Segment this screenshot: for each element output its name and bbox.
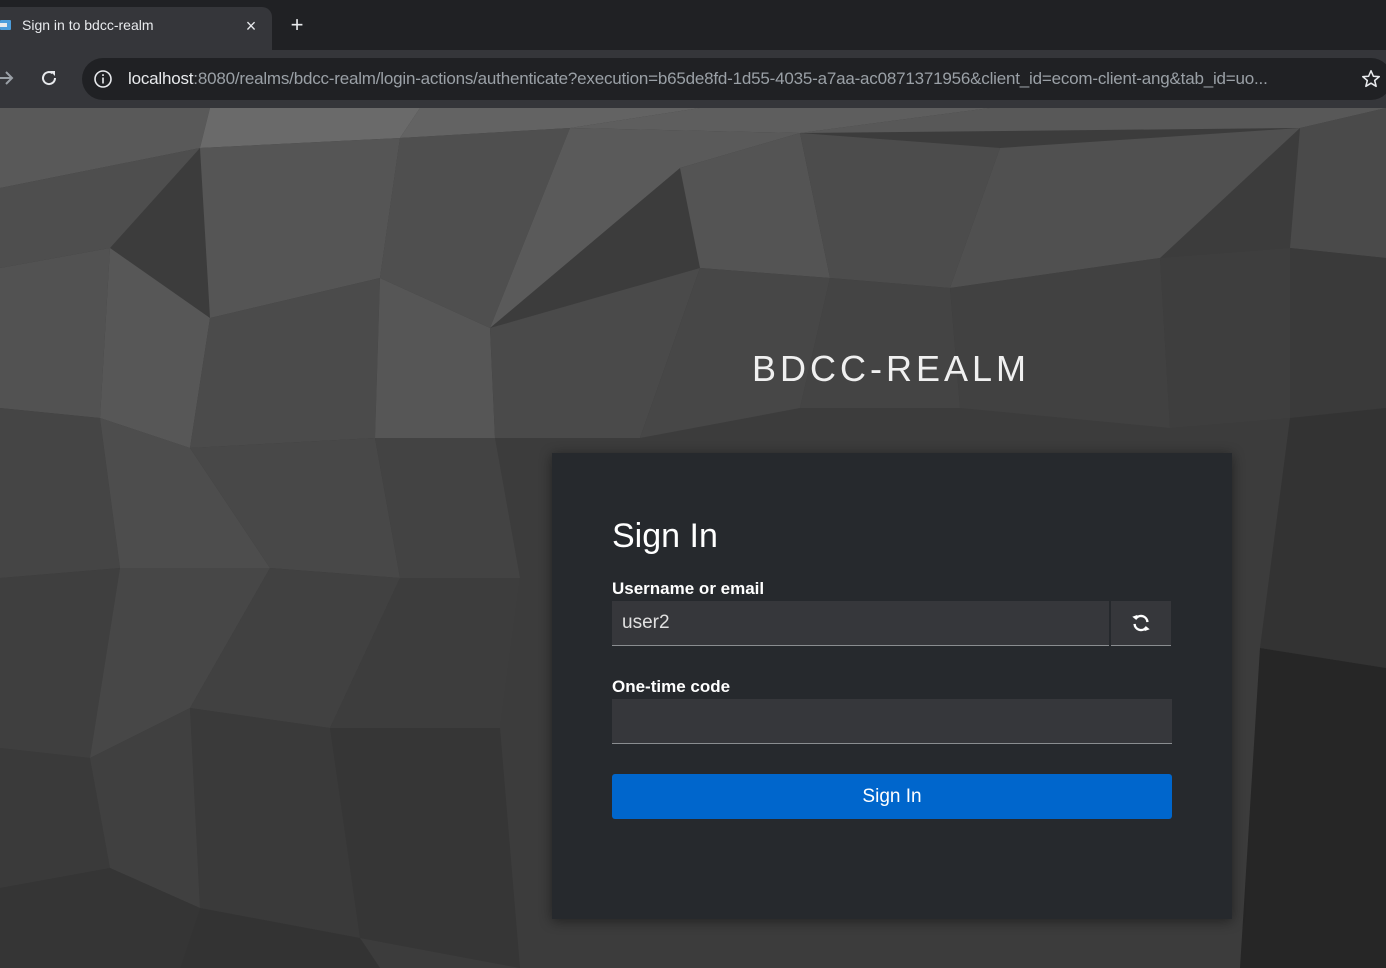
address-bar[interactable]: localhost:8080/realms/bdcc-realm/login-a…	[82, 58, 1386, 100]
keycloak-favicon-icon	[0, 20, 11, 30]
card-title: Sign In	[612, 517, 718, 555]
tab-title: Sign in to bdcc-realm	[22, 17, 154, 33]
refresh-icon	[1132, 614, 1150, 632]
star-icon[interactable]	[1360, 68, 1382, 90]
realm-title: BDCC-REALM	[752, 348, 1031, 389]
arrow-forward-icon[interactable]	[0, 66, 18, 90]
url-text[interactable]: localhost:8080/realms/bdcc-realm/login-a…	[128, 69, 1348, 89]
otp-input[interactable]	[612, 699, 1172, 744]
url-host: localhost	[128, 69, 194, 88]
sign-in-button[interactable]: Sign In	[612, 774, 1172, 819]
browser-toolbar: localhost:8080/realms/bdcc-realm/login-a…	[0, 50, 1386, 108]
login-card: Sign In Username or email One-time code …	[552, 453, 1232, 919]
info-icon[interactable]	[93, 69, 113, 89]
username-label: Username or email	[612, 579, 765, 598]
new-tab-button[interactable]: +	[284, 12, 310, 38]
browser-tabstrip: Sign in to bdcc-realm × +	[0, 0, 1386, 50]
restart-login-button[interactable]	[1111, 601, 1171, 646]
otp-label: One-time code	[612, 677, 731, 696]
close-tab-icon[interactable]: ×	[238, 13, 264, 39]
username-input[interactable]	[612, 601, 1109, 646]
reload-icon[interactable]	[37, 66, 61, 90]
url-path: :8080/realms/bdcc-realm/login-actions/au…	[193, 69, 1268, 88]
login-page: BDCC-REALM Sign In Username or email One…	[0, 108, 1386, 968]
browser-tab[interactable]: Sign in to bdcc-realm ×	[0, 7, 272, 50]
